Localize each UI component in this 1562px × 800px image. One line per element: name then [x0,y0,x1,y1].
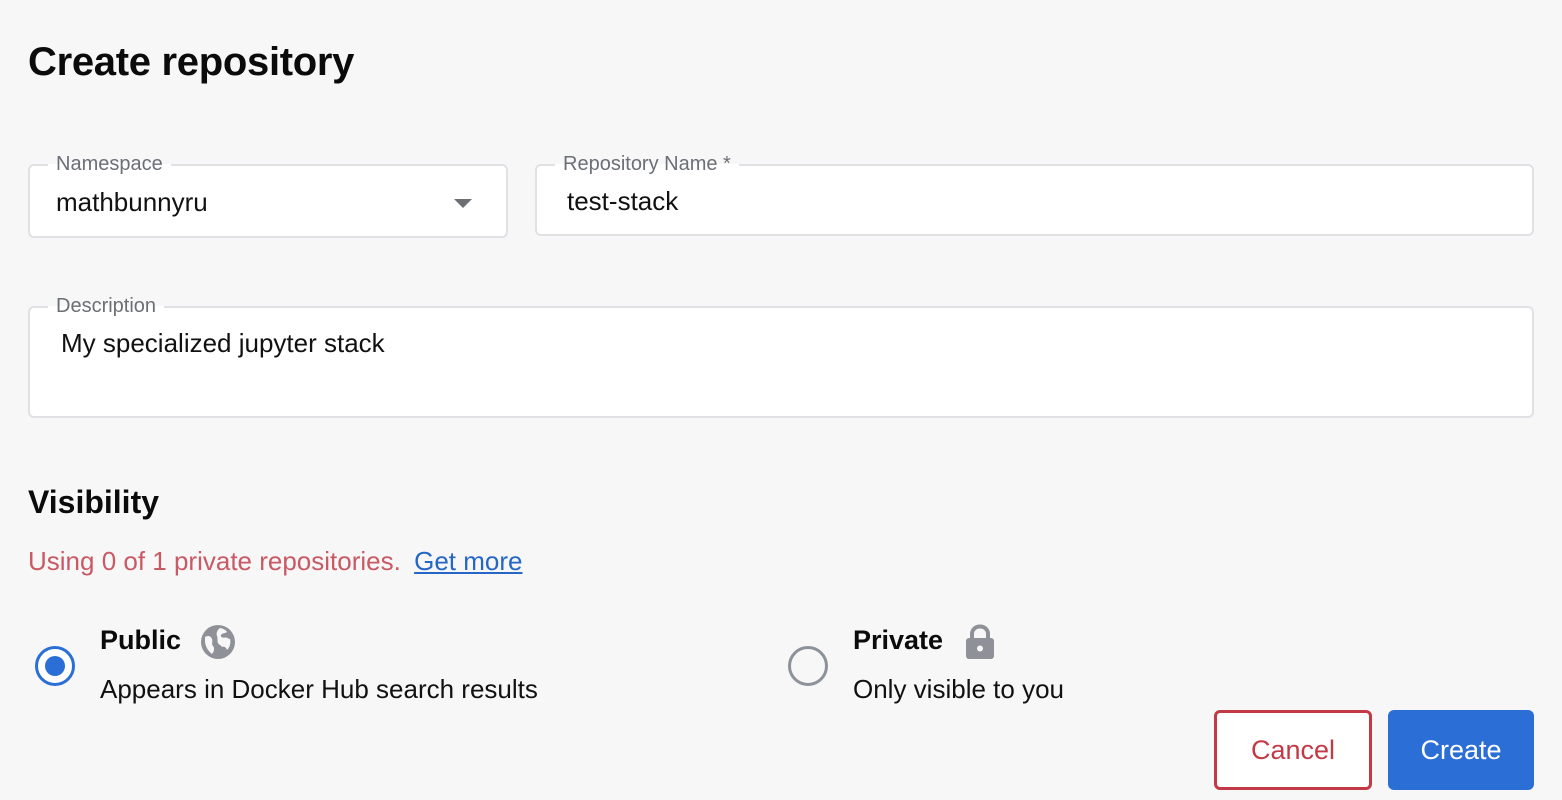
globe-icon [201,625,235,659]
description-value: My specialized jupyter stack [61,328,385,358]
namespace-select[interactable]: Namespace mathbunnyru [28,152,508,238]
private-usage-text: Using 0 of 1 private repositories. [28,546,401,576]
repository-name-input[interactable]: Repository Name * test-stack [535,152,1534,236]
lock-icon [966,624,994,659]
public-option-description: Appears in Docker Hub search results [100,674,538,704]
public-option-title: Public [100,625,182,655]
get-more-link[interactable]: Get more [414,546,522,576]
create-repository-page: Create repository Namespace mathbunnyru … [0,0,1562,800]
private-usage-notice: Using 0 of 1 private repositories. Get m… [28,546,522,577]
public-radio[interactable] [35,646,75,686]
private-option-description: Only visible to you [853,674,1064,704]
repository-name-label: Repository Name * [555,152,739,176]
repository-name-value: test-stack [567,186,679,216]
namespace-label: Namespace [48,152,171,176]
chevron-down-icon[interactable] [454,199,472,208]
create-button[interactable]: Create [1388,710,1534,790]
cancel-button[interactable]: Cancel [1214,710,1372,790]
namespace-value: mathbunnyru [56,187,208,217]
description-label: Description [48,294,165,318]
description-textarea[interactable]: Description My specialized jupyter stack [28,294,1534,418]
visibility-heading: Visibility [28,484,160,520]
private-radio[interactable] [788,646,828,686]
page-title: Create repository [28,40,355,84]
private-option-title: Private [853,625,944,655]
